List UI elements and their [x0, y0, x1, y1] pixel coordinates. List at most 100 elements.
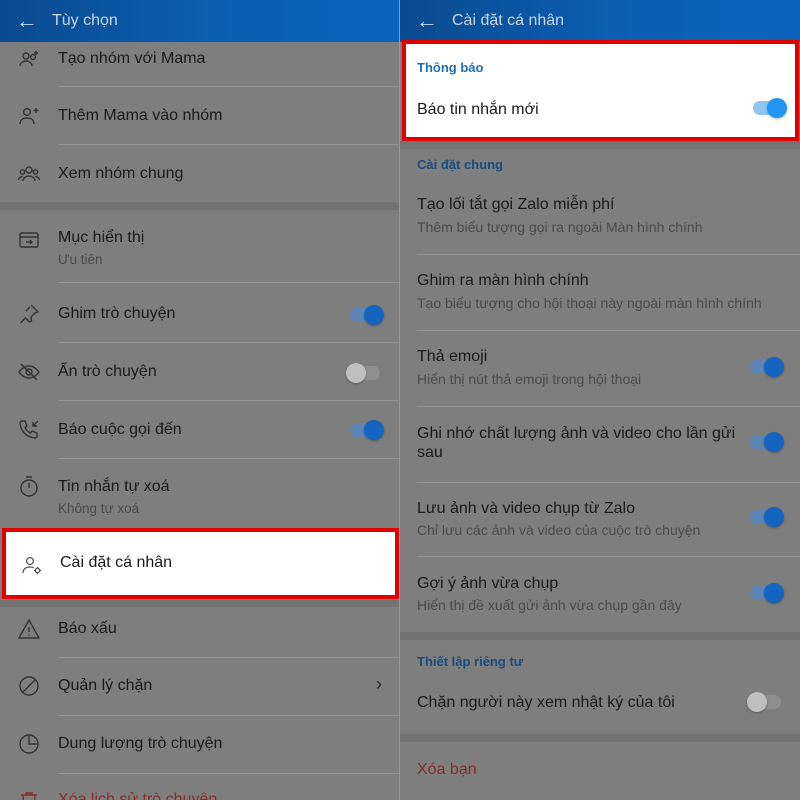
section-separator	[400, 734, 800, 742]
section-separator	[0, 600, 400, 607]
remember-quality-item[interactable]: Ghi nhớ chất lượng ảnh và video cho lần …	[400, 408, 800, 480]
pin-icon	[17, 302, 41, 326]
incoming-call-label: Báo cuộc gọi đến	[58, 421, 182, 438]
self-delete-value: Không tự xoá	[58, 501, 140, 516]
new-message-notification-item[interactable]: Thông báo Báo tin nhắn mới	[402, 40, 799, 141]
save-media-toggle[interactable]	[750, 507, 784, 527]
personal-settings-header: ← Cài đặt cá nhân	[400, 0, 800, 42]
user-settings-icon	[20, 553, 44, 577]
divider	[58, 657, 400, 658]
divider	[58, 773, 400, 774]
suggest-photos-label: Gợi ý ảnh vừa chụp	[417, 575, 559, 592]
add-to-group-item[interactable]: Thêm Mama vào nhóm	[0, 88, 400, 144]
block-diary-toggle[interactable]	[747, 692, 781, 712]
shortcut-item[interactable]: Tạo lối tắt gọi Zalo miễn phí Thêm biểu …	[400, 180, 800, 252]
section-separator	[0, 202, 400, 210]
incoming-call-item[interactable]: Báo cuộc gọi đến	[0, 402, 400, 458]
emoji-item[interactable]: Thả emoji Hiển thị nút thả emoji trong h…	[400, 332, 800, 404]
divider	[58, 400, 400, 401]
suggest-photos-desc: Hiển thị đề xuất gửi ảnh vừa chụp gần đâ…	[417, 597, 682, 613]
eye-off-icon	[17, 360, 41, 384]
report-label: Báo xấu	[58, 620, 117, 637]
common-groups-label: Xem nhóm chung	[58, 165, 184, 182]
divider	[58, 144, 400, 145]
display-category-item[interactable]: Mục hiển thị Ưu tiên	[0, 210, 400, 280]
pin-home-item[interactable]: Ghim ra màn hình chính Tạo biểu tượng ch…	[400, 256, 800, 328]
report-item[interactable]: Báo xấu	[0, 607, 400, 657]
suggest-photos-toggle[interactable]	[750, 583, 784, 603]
timer-icon	[17, 475, 41, 499]
suggest-photos-item[interactable]: Gợi ý ảnh vừa chụp Hiển thị đề xuất gửi …	[400, 558, 800, 630]
options-panel: ← Tùy chọn Tạo nhóm với Mama Thêm Mama v…	[0, 0, 400, 800]
delete-friend-item[interactable]: Xóa bạn	[400, 742, 800, 800]
section-separator	[400, 632, 800, 640]
self-delete-item[interactable]: Tin nhắn tự xoá Không tự xoá	[0, 460, 400, 528]
arrow-left-icon[interactable]: ←	[16, 10, 46, 32]
section-separator	[400, 141, 800, 149]
save-media-label: Lưu ảnh và video chụp từ Zalo	[417, 500, 635, 517]
divider	[58, 458, 400, 459]
block-diary-label: Chặn người này xem nhật ký của tôi	[417, 694, 675, 711]
delete-friend-label: Xóa bạn	[417, 761, 477, 778]
save-media-desc: Chỉ lưu các ảnh và video của cuộc trò ch…	[417, 522, 701, 538]
block-icon	[17, 674, 41, 698]
storage-item[interactable]: Dung lượng trò chuyện	[0, 717, 400, 773]
add-to-group-label: Thêm Mama vào nhóm	[58, 107, 223, 124]
chevron-right-icon: ›	[376, 674, 382, 694]
general-section-header: Cài đặt chung	[417, 157, 503, 172]
pin-chat-label: Ghim trò chuyện	[58, 305, 176, 322]
common-groups-item[interactable]: Xem nhóm chung	[0, 146, 400, 202]
display-category-label: Mục hiển thị	[58, 229, 145, 246]
emoji-toggle[interactable]	[750, 357, 784, 377]
block-manage-item[interactable]: Quản lý chặn ›	[0, 659, 400, 715]
arrow-left-icon[interactable]: ←	[416, 10, 446, 32]
personal-settings-item[interactable]: Cài đặt cá nhân	[2, 528, 399, 599]
warning-icon	[17, 617, 41, 641]
divider	[58, 282, 400, 283]
privacy-section-header: Thiết lập riêng tư	[417, 654, 524, 669]
divider	[417, 330, 800, 331]
folder-arrow-icon	[17, 228, 41, 252]
emoji-label: Thả emoji	[417, 348, 488, 365]
group-add-icon	[17, 48, 41, 72]
personal-settings-label: Cài đặt cá nhân	[60, 554, 173, 571]
save-media-item[interactable]: Lưu ảnh và video chụp từ Zalo Chỉ lưu cá…	[400, 484, 800, 556]
page-title: Cài đặt cá nhân	[452, 12, 565, 29]
divider	[417, 556, 800, 557]
create-group-item[interactable]: Tạo nhóm với Mama	[0, 42, 400, 74]
emoji-desc: Hiển thị nút thả emoji trong hội thoại	[417, 371, 642, 387]
shortcut-label: Tạo lối tắt gọi Zalo miễn phí	[417, 196, 615, 213]
shortcut-desc: Thêm biểu tượng gọi ra ngoài Màn hình ch…	[417, 219, 703, 235]
pin-chat-toggle[interactable]	[350, 305, 384, 325]
hide-chat-toggle[interactable]	[346, 363, 380, 383]
divider	[417, 406, 800, 407]
divider	[417, 254, 800, 255]
pin-home-desc: Tạo biểu tượng cho hội thoại này ngoài m…	[417, 295, 762, 311]
display-category-value: Ưu tiên	[58, 252, 103, 267]
block-diary-item[interactable]: Chặn người này xem nhật ký của tôi	[400, 676, 800, 726]
create-group-label: Tạo nhóm với Mama	[58, 50, 206, 67]
storage-label: Dung lượng trò chuyện	[58, 735, 223, 752]
pin-chat-item[interactable]: Ghim trò chuyện	[0, 284, 400, 340]
group-icon	[17, 162, 41, 186]
clear-history-item[interactable]: Xóa lịch sử trò chuyện	[0, 775, 400, 800]
notification-section-header: Thông báo	[417, 60, 484, 75]
remember-quality-label: Ghi nhớ chất lượng ảnh và video cho lần …	[417, 425, 736, 461]
block-manage-label: Quản lý chặn	[58, 677, 153, 694]
new-message-label: Báo tin nhắn mới	[417, 101, 539, 118]
divider	[58, 715, 400, 716]
person-add-icon	[17, 104, 41, 128]
divider	[58, 86, 400, 87]
pie-chart-icon	[17, 732, 41, 756]
page-title: Tùy chọn	[52, 12, 118, 29]
divider	[417, 482, 800, 483]
remember-quality-toggle[interactable]	[750, 432, 784, 452]
hide-chat-label: Ẩn trò chuyện	[58, 363, 157, 380]
incoming-call-toggle[interactable]	[350, 420, 384, 440]
hide-chat-item[interactable]: Ẩn trò chuyện	[0, 344, 400, 400]
trash-icon	[17, 789, 41, 800]
new-message-toggle[interactable]	[753, 98, 787, 118]
clear-history-label: Xóa lịch sử trò chuyện	[58, 791, 218, 800]
options-header: ← Tùy chọn	[0, 0, 400, 42]
pin-home-label: Ghim ra màn hình chính	[417, 272, 589, 289]
